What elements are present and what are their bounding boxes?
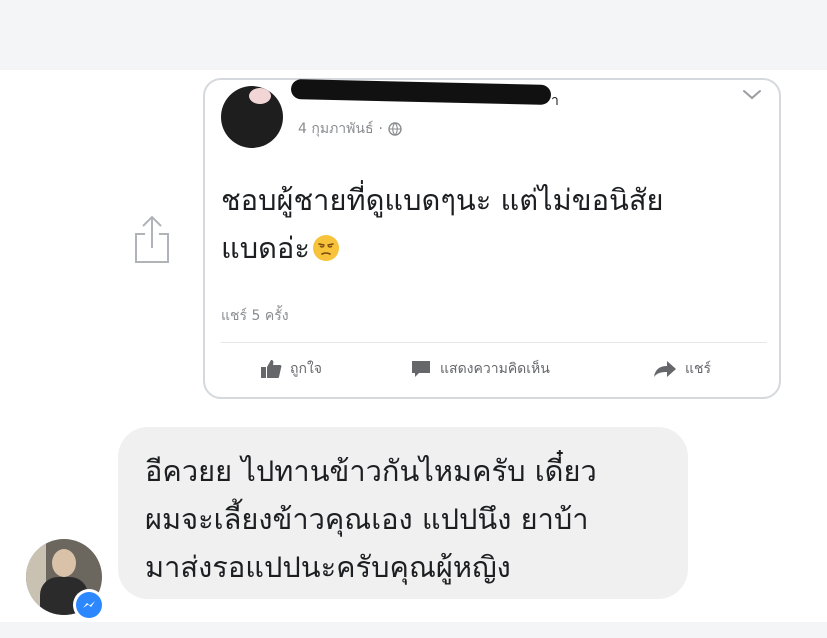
post-text-line-2-wrap: แบดอ่ะ — [221, 224, 766, 272]
meta-separator: · — [378, 121, 383, 137]
message-bubble[interactable]: อีควยย ไปทานข้าวกันไหมครับ เดี๋ยว ผมจะเล… — [118, 427, 688, 599]
chevron-down-icon[interactable] — [741, 88, 763, 102]
post-text-line-1: ชอบผู้ชายที่ดูแบดๆนะ แต่ไม่ขอนิสัย — [221, 183, 664, 217]
message-line-1: อีควยย ไปทานข้าวกันไหมครับ เดี๋ยว — [145, 454, 597, 488]
message-line-2: ผมจะเลี้ยงข้าวคุณเอง แปปนึง ยาบ้า — [145, 502, 589, 536]
bottom-background-band — [0, 622, 827, 638]
message-text: อีควยย ไปทานข้าวกันไหมครับ เดี๋ยว ผมจะเล… — [145, 447, 675, 591]
unamused-face-emoji — [312, 235, 339, 261]
thumbs-up-icon — [261, 360, 282, 378]
like-label: ถูกใจ — [290, 361, 322, 377]
messenger-icon — [73, 589, 105, 621]
actions-divider — [221, 342, 767, 343]
top-background-band — [0, 0, 827, 70]
share-label: แชร์ — [685, 361, 712, 377]
comment-label: แสดงความคิดเห็น — [440, 361, 550, 377]
share-upload-icon[interactable] — [132, 214, 172, 266]
like-button[interactable]: ถูกใจ — [260, 358, 322, 380]
redacted-author-name — [290, 79, 552, 105]
share-button[interactable]: แชร์ — [653, 358, 711, 380]
post-meta: 4 กุมภาพันธ์ · — [298, 118, 402, 140]
post-body-text: ชอบผู้ชายที่ดูแบดๆนะ แต่ไม่ขอนิสัย แบดอ่… — [221, 176, 766, 272]
author-name-visible-fragment: า — [551, 93, 559, 109]
comment-button[interactable]: แสดงความคิดเห็น — [410, 358, 550, 380]
shared-post-card[interactable]: า 4 กุมภาพันธ์ · ชอบผู้ชายที่ดูแบดๆนะ แต… — [203, 78, 781, 399]
globe-icon — [388, 122, 402, 136]
message-line-3: มาส่งรอแปปนะครับคุณผู้หญิง — [145, 550, 511, 584]
post-actions-bar: ถูกใจ แสดงความคิดเห็น แชร์ — [205, 358, 779, 388]
post-author-avatar[interactable] — [221, 86, 283, 148]
post-date[interactable]: 4 กุมภาพันธ์ — [298, 118, 374, 140]
comment-bubble-icon — [412, 361, 430, 377]
post-text-line-2: แบดอ่ะ — [221, 231, 310, 265]
share-count[interactable]: แชร์ 5 ครั้ง — [221, 305, 289, 327]
share-arrow-icon — [654, 361, 676, 377]
